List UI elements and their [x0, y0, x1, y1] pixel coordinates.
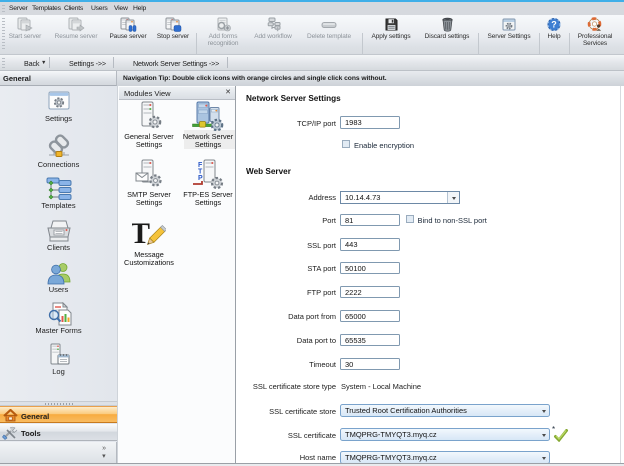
svg-text:?: ? — [551, 20, 556, 30]
svg-text:P: P — [198, 175, 203, 182]
